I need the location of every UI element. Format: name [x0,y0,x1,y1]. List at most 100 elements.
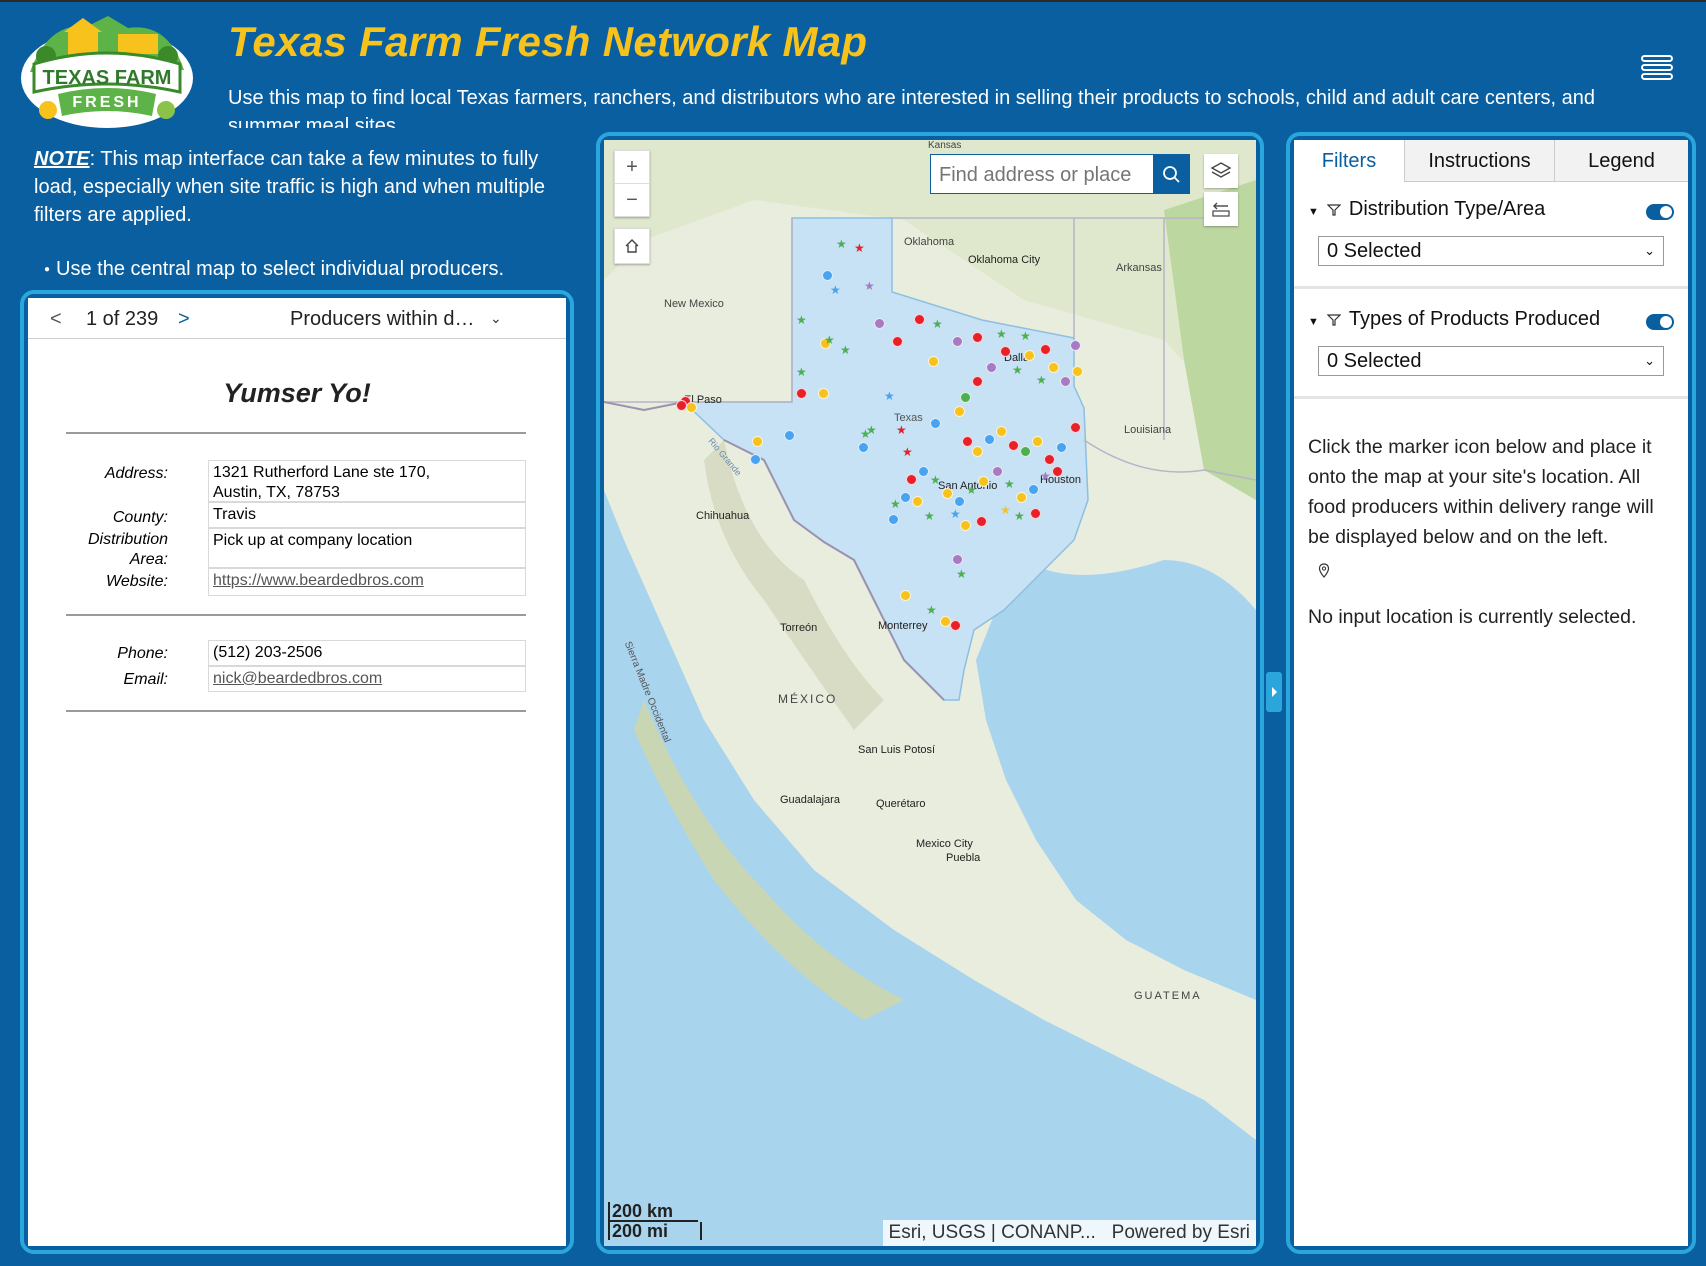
producer-marker[interactable]: ★ [796,314,807,326]
producer-marker[interactable] [950,620,961,631]
producer-marker[interactable]: ★ [1036,374,1047,386]
producer-marker[interactable] [1032,436,1043,447]
producer-marker[interactable] [858,442,869,453]
producer-marker[interactable] [986,362,997,373]
producer-marker[interactable] [1044,454,1055,465]
producer-marker[interactable] [984,434,995,445]
producer-marker[interactable] [796,388,807,399]
products-filter-header[interactable]: ▼ Types of Products Produced [1308,308,1600,331]
producer-marker[interactable]: ★ [1000,504,1011,516]
producer-marker[interactable]: ★ [926,604,937,616]
producer-marker[interactable]: ★ [956,568,967,580]
tab-filters[interactable]: Filters [1294,140,1404,182]
search-button[interactable] [1153,155,1189,193]
producer-marker[interactable] [1052,466,1063,477]
website-link[interactable]: https://www.beardedbros.com [213,572,424,589]
producer-marker[interactable] [972,376,983,387]
producer-marker[interactable] [874,318,885,329]
producer-marker[interactable] [912,496,923,507]
powered-by-esri[interactable]: Powered by Esri [1112,1222,1250,1243]
producer-marker[interactable] [784,430,795,441]
producer-marker[interactable] [996,426,1007,437]
producer-marker[interactable] [1070,340,1081,351]
search-input[interactable] [937,159,1137,191]
place-marker-button[interactable] [1318,558,1678,588]
measure-button[interactable] [1204,192,1238,226]
producer-marker[interactable] [1070,422,1081,433]
producer-marker[interactable] [1048,362,1059,373]
producer-marker[interactable]: ★ [950,508,961,520]
producer-marker[interactable] [750,454,761,465]
producer-marker[interactable] [978,476,989,487]
producer-marker[interactable]: ★ [930,474,941,486]
producer-marker[interactable] [1016,492,1027,503]
producer-marker[interactable] [942,488,953,499]
producer-marker[interactable] [1000,346,1011,357]
producer-marker[interactable] [1030,508,1041,519]
distribution-filter-select[interactable]: 0 Selected ⌄ [1318,236,1664,266]
producer-marker[interactable]: ★ [830,284,841,296]
producer-marker[interactable]: ★ [854,242,865,254]
producer-marker[interactable] [1040,344,1051,355]
producer-marker[interactable] [1024,350,1035,361]
producer-marker[interactable] [952,336,963,347]
producer-marker[interactable] [818,388,829,399]
producer-marker[interactable]: ★ [1012,364,1023,376]
producer-marker[interactable]: ★ [864,280,875,292]
producer-marker[interactable] [992,466,1003,477]
producer-marker[interactable] [900,492,911,503]
producer-marker[interactable]: ★ [966,484,977,496]
producer-marker[interactable]: ★ [1014,510,1025,522]
producer-marker[interactable]: ★ [896,424,907,436]
producer-marker[interactable] [752,436,763,447]
producer-marker[interactable] [822,270,833,281]
producer-marker[interactable]: ★ [996,328,1007,340]
producer-marker[interactable] [676,400,687,411]
next-feature-button[interactable]: > [178,308,190,331]
producer-marker[interactable] [1072,366,1083,377]
producer-marker[interactable] [972,332,983,343]
producer-marker[interactable]: ★ [1040,470,1051,482]
producer-marker[interactable]: ★ [902,446,913,458]
producer-marker[interactable]: ★ [836,238,847,250]
producer-marker[interactable] [960,520,971,531]
producer-marker[interactable] [954,496,965,507]
producer-marker[interactable] [918,466,929,477]
previous-feature-button[interactable]: < [50,308,62,331]
producer-marker[interactable] [892,336,903,347]
attribution-text[interactable]: Esri, USGS | CONANP... [889,1222,1096,1243]
producer-marker[interactable] [1028,484,1039,495]
producer-marker[interactable] [972,446,983,457]
products-filter-select[interactable]: 0 Selected ⌄ [1318,346,1664,376]
collapse-panel-button[interactable] [1266,672,1282,712]
producer-marker[interactable] [952,554,963,565]
producer-marker[interactable] [960,392,971,403]
producer-marker[interactable]: ★ [890,498,901,510]
layer-list-button[interactable] [1204,154,1238,188]
producer-marker[interactable]: ★ [840,344,851,356]
home-button[interactable] [614,228,650,264]
producer-marker[interactable] [962,436,973,447]
layer-selector[interactable]: Producers within deli... [290,308,480,331]
producer-marker[interactable] [900,590,911,601]
tab-legend[interactable]: Legend [1554,140,1688,182]
producer-marker[interactable] [1020,446,1031,457]
tab-instructions[interactable]: Instructions [1404,140,1554,182]
chevron-down-icon[interactable]: ⌄ [490,310,502,327]
email-link[interactable]: nick@beardedbros.com [213,670,382,687]
producer-marker[interactable] [686,402,697,413]
producer-marker[interactable] [906,474,917,485]
distribution-filter-header[interactable]: ▼ Distribution Type/Area [1308,198,1545,221]
producer-marker[interactable] [1008,440,1019,451]
producer-marker[interactable]: ★ [932,318,943,330]
producer-marker[interactable]: ★ [884,390,895,402]
producer-marker[interactable] [888,514,899,525]
products-filter-toggle[interactable] [1646,314,1674,330]
producer-marker[interactable]: ★ [796,366,807,378]
producer-marker[interactable] [928,356,939,367]
producer-marker[interactable] [954,406,965,417]
producer-marker[interactable]: ★ [866,424,877,436]
producer-marker[interactable] [1060,376,1071,387]
map-view[interactable]: Kansas Oklahoma Oklahoma City Arkansas s… [604,140,1256,1246]
producer-marker[interactable] [930,418,941,429]
